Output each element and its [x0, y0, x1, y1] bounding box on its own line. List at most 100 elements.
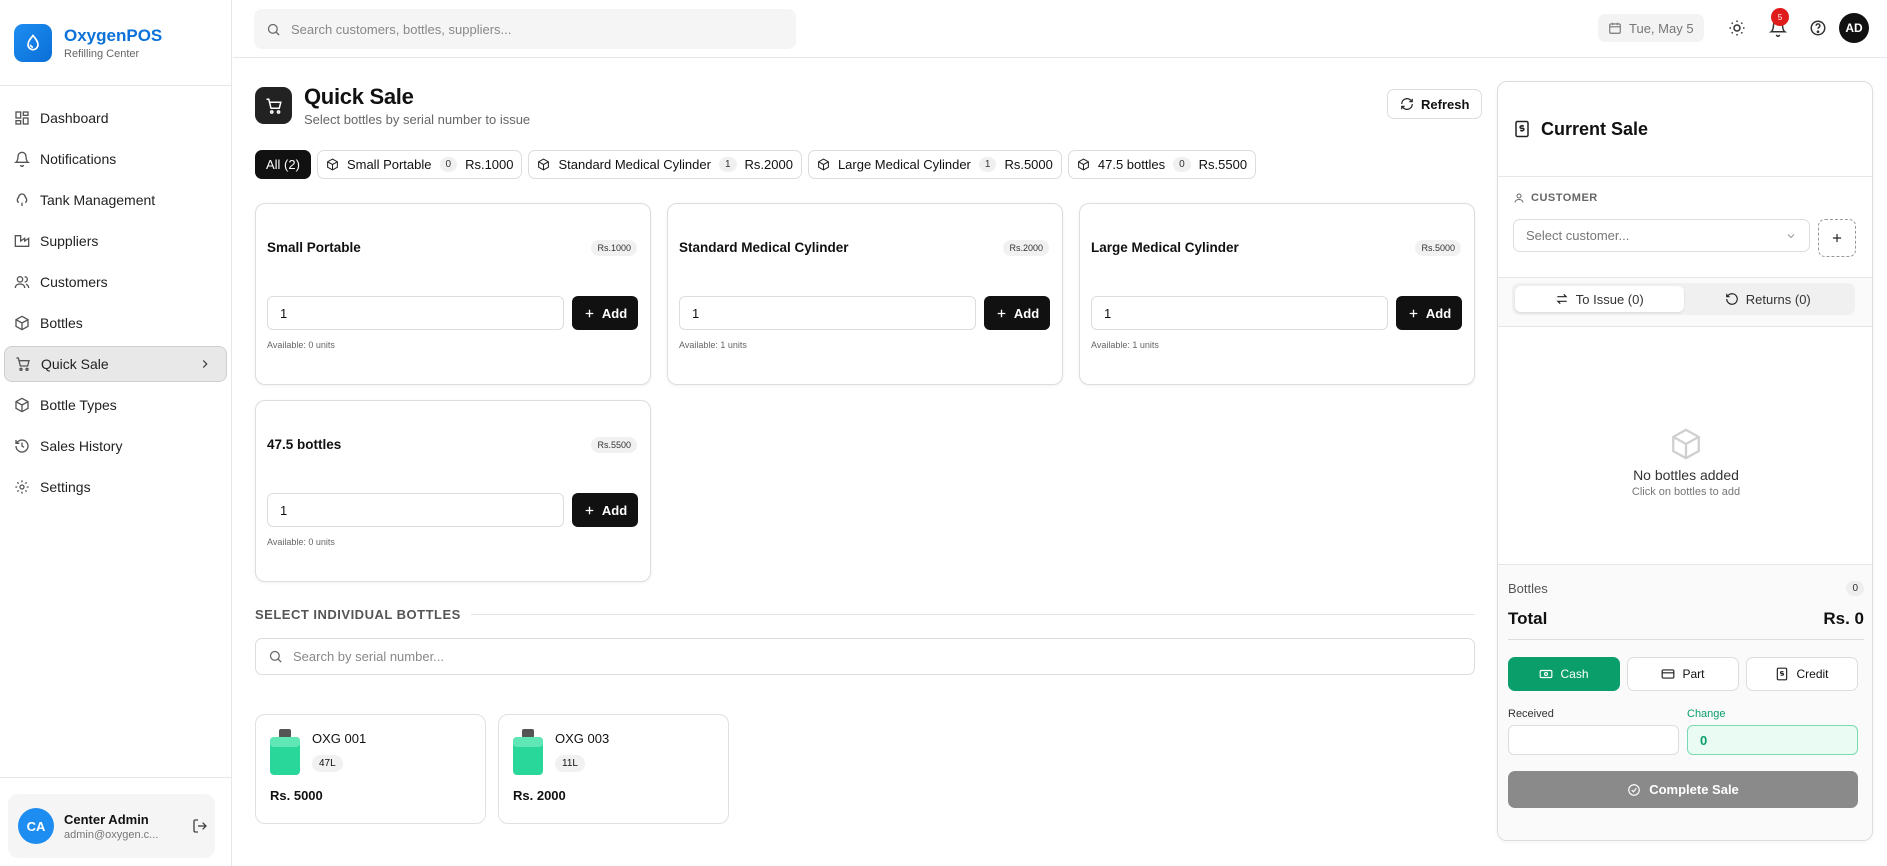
sidebar-nav: Dashboard Notifications Tank Management … — [0, 86, 231, 505]
sun-icon[interactable] — [1728, 19, 1746, 37]
package-icon — [1077, 158, 1089, 171]
date-display[interactable]: Tue, May 5 — [1598, 14, 1704, 42]
sidebar-item-suppliers[interactable]: Suppliers — [4, 223, 227, 259]
bottles-label: Bottles — [1508, 581, 1548, 596]
complete-sale-button[interactable]: Complete Sale — [1508, 771, 1858, 808]
global-search-input[interactable]: Search customers, bottles, suppliers... — [254, 9, 796, 49]
add-button[interactable]: Add — [1396, 296, 1462, 330]
customer-select[interactable]: Select customer... — [1513, 219, 1810, 252]
filter-label: Large Medical Cylinder — [837, 157, 971, 172]
customer-label-text: CUSTOMER — [1531, 192, 1598, 204]
cylinder-icon — [270, 729, 300, 775]
quantity-input[interactable]: 1 — [267, 296, 564, 330]
filter-label: Small Portable — [346, 157, 432, 172]
filter-small-portable[interactable]: Small Portable 0 Rs.1000 — [316, 150, 523, 179]
filter-count: 1 — [718, 157, 737, 172]
sale-tabs-bar: To Issue (0) Returns (0) — [1498, 277, 1872, 327]
bottle-size: 11L — [555, 755, 585, 772]
bottle-card[interactable]: OXG 003 11L Rs. 2000 — [498, 714, 729, 824]
sidebar-item-bottles[interactable]: Bottles — [4, 305, 227, 341]
bottle-price: Rs. 5000 — [270, 788, 323, 803]
receipt-dollar-icon — [1777, 667, 1788, 681]
logout-icon[interactable] — [192, 818, 208, 834]
add-button[interactable]: Add — [572, 493, 638, 527]
filter-count: 0 — [1173, 157, 1191, 172]
availability-text: Available: 1 units — [1091, 340, 1159, 350]
user-avatar[interactable]: AD — [1839, 13, 1869, 43]
panel-title: Current Sale — [1541, 118, 1649, 139]
sidebar-item-label: Suppliers — [40, 233, 99, 249]
sidebar-item-notifications[interactable]: Notifications — [4, 141, 227, 177]
user-profile[interactable]: CA Center Admin admin@oxygen.c... — [8, 794, 215, 858]
sidebar-item-quick-sale[interactable]: Quick Sale — [4, 346, 227, 382]
total-label: Total — [1508, 609, 1548, 628]
pay-cash-button[interactable]: Cash — [1508, 657, 1620, 691]
date-text: Tue, May 5 — [1629, 20, 1694, 36]
tab-to-issue[interactable]: To Issue (0) — [1515, 286, 1684, 312]
chevron-right-icon — [202, 360, 208, 368]
filter-label: Standard Medical Cylinder — [558, 157, 711, 172]
change-field: 0 — [1687, 725, 1858, 755]
app-name: OxygenPOS — [64, 25, 163, 45]
sidebar-item-tank-management[interactable]: Tank Management — [4, 182, 227, 218]
user-email: admin@oxygen.c... — [64, 828, 159, 841]
plus-icon — [997, 309, 1006, 317]
banknote-icon — [1540, 669, 1553, 679]
total-value: Rs. 0 — [1823, 609, 1864, 628]
sidebar-item-label: Notifications — [40, 151, 117, 167]
sidebar-item-label: Tank Management — [40, 192, 156, 208]
app-subtitle: Refilling Center — [64, 47, 140, 60]
type-filters: All (2) Small Portable 0 Rs.1000 Standar… — [255, 150, 1257, 179]
sidebar-item-sales-history[interactable]: Sales History — [4, 428, 227, 464]
pay-part-button[interactable]: Part — [1627, 657, 1739, 691]
sidebar-item-dashboard[interactable]: Dashboard — [4, 100, 227, 136]
add-customer-button[interactable] — [1818, 219, 1856, 257]
help-icon[interactable] — [1809, 19, 1827, 37]
refresh-button[interactable]: Refresh — [1387, 89, 1483, 119]
plus-icon — [1409, 309, 1418, 317]
pay-label: Cash — [1560, 667, 1589, 681]
add-button[interactable]: Add — [984, 296, 1050, 330]
type-name: Small Portable — [267, 240, 361, 255]
received-input[interactable] — [1508, 725, 1679, 755]
bottle-card[interactable]: OXG 001 47L Rs. 5000 — [255, 714, 486, 824]
filter-all[interactable]: All (2) — [255, 150, 311, 179]
sidebar-item-label: Settings — [40, 479, 91, 495]
section-divider — [470, 614, 1475, 615]
refresh-icon — [1401, 98, 1413, 110]
type-card-large-medical-cylinder: Large Medical Cylinder Rs.5000 1 Add Ava… — [1079, 203, 1475, 385]
search-icon — [269, 650, 282, 663]
tank-icon — [16, 193, 28, 206]
tab-label: To Issue (0) — [1575, 291, 1644, 307]
filter-price: Rs.1000 — [465, 157, 514, 172]
filter-47-5-bottles[interactable]: 47.5 bottles 0 Rs.5500 — [1067, 150, 1257, 179]
refresh-label: Refresh — [1421, 96, 1470, 112]
credit-card-icon — [1662, 669, 1675, 679]
serial-search-input[interactable]: Search by serial number... — [255, 638, 1475, 675]
package-icon — [818, 158, 829, 171]
top-bar: Search customers, bottles, suppliers... … — [233, 0, 1887, 58]
quantity-input[interactable]: 1 — [679, 296, 976, 330]
sale-tabs: To Issue (0) Returns (0) — [1512, 283, 1855, 315]
add-button[interactable]: Add — [572, 296, 638, 330]
page-title: Quick Sale — [304, 84, 414, 109]
sidebar-item-customers[interactable]: Customers — [4, 264, 227, 300]
sidebar-item-bottle-types[interactable]: Bottle Types — [4, 387, 227, 423]
pay-credit-button[interactable]: Credit — [1746, 657, 1858, 691]
type-price: Rs.1000 — [591, 240, 637, 256]
sidebar-divider — [0, 777, 232, 778]
filter-standard-medical-cylinder[interactable]: Standard Medical Cylinder 1 Rs.2000 — [528, 150, 802, 179]
user-icon — [1514, 193, 1524, 203]
filter-label: 47.5 bottles — [1097, 157, 1166, 172]
filter-large-medical-cylinder[interactable]: Large Medical Cylinder 1 Rs.5000 — [807, 150, 1062, 179]
change-label: Change — [1687, 708, 1726, 720]
customer-placeholder: Select customer... — [1526, 228, 1630, 243]
quantity-input[interactable]: 1 — [1091, 296, 1388, 330]
individual-bottles-heading: SELECT INDIVIDUAL BOTTLES — [255, 607, 1475, 622]
sidebar-item-label: Customers — [40, 274, 108, 290]
droplet-logo-icon — [14, 23, 52, 62]
quantity-input[interactable]: 1 — [267, 493, 564, 527]
tab-returns[interactable]: Returns (0) — [1684, 286, 1853, 312]
sidebar-item-label: Quick Sale — [41, 356, 109, 372]
sidebar-item-settings[interactable]: Settings — [4, 469, 227, 505]
